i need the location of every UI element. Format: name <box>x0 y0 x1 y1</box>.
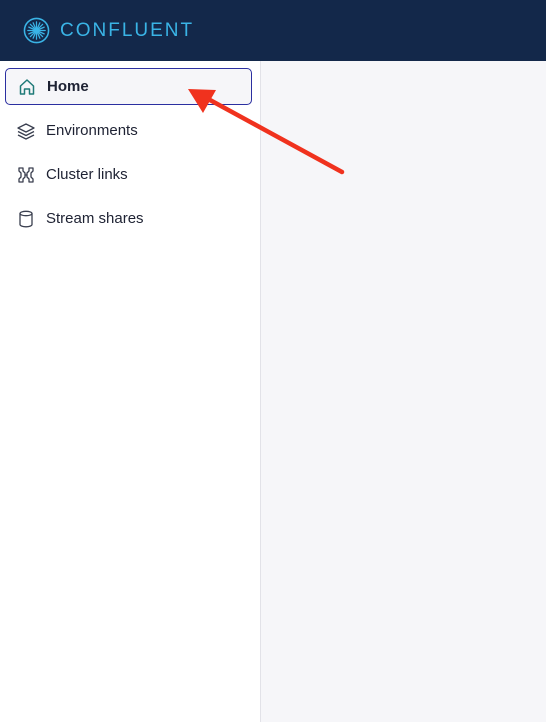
sidebar-item-label: Home <box>47 78 89 95</box>
main-content <box>261 61 546 722</box>
sidebar-item-cluster-links[interactable]: Cluster links <box>5 156 252 193</box>
sidebar-item-label: Cluster links <box>46 166 128 183</box>
layers-icon <box>17 122 35 140</box>
sidebar-item-label: Stream shares <box>46 210 144 227</box>
top-header: CONFLUENT <box>0 0 546 61</box>
sidebar-item-environments[interactable]: Environments <box>5 112 252 149</box>
sidebar-item-stream-shares[interactable]: Stream shares <box>5 200 252 237</box>
database-icon <box>19 210 33 227</box>
sidebar: Home Environments Cluster links Stream s… <box>0 61 261 722</box>
home-icon <box>19 78 35 95</box>
sidebar-item-home[interactable]: Home <box>5 68 252 105</box>
brand-name: CONFLUENT <box>60 19 195 41</box>
sidebar-item-label: Environments <box>46 122 138 139</box>
confluent-logo-icon[interactable] <box>23 17 50 44</box>
cluster-links-icon <box>18 166 34 183</box>
